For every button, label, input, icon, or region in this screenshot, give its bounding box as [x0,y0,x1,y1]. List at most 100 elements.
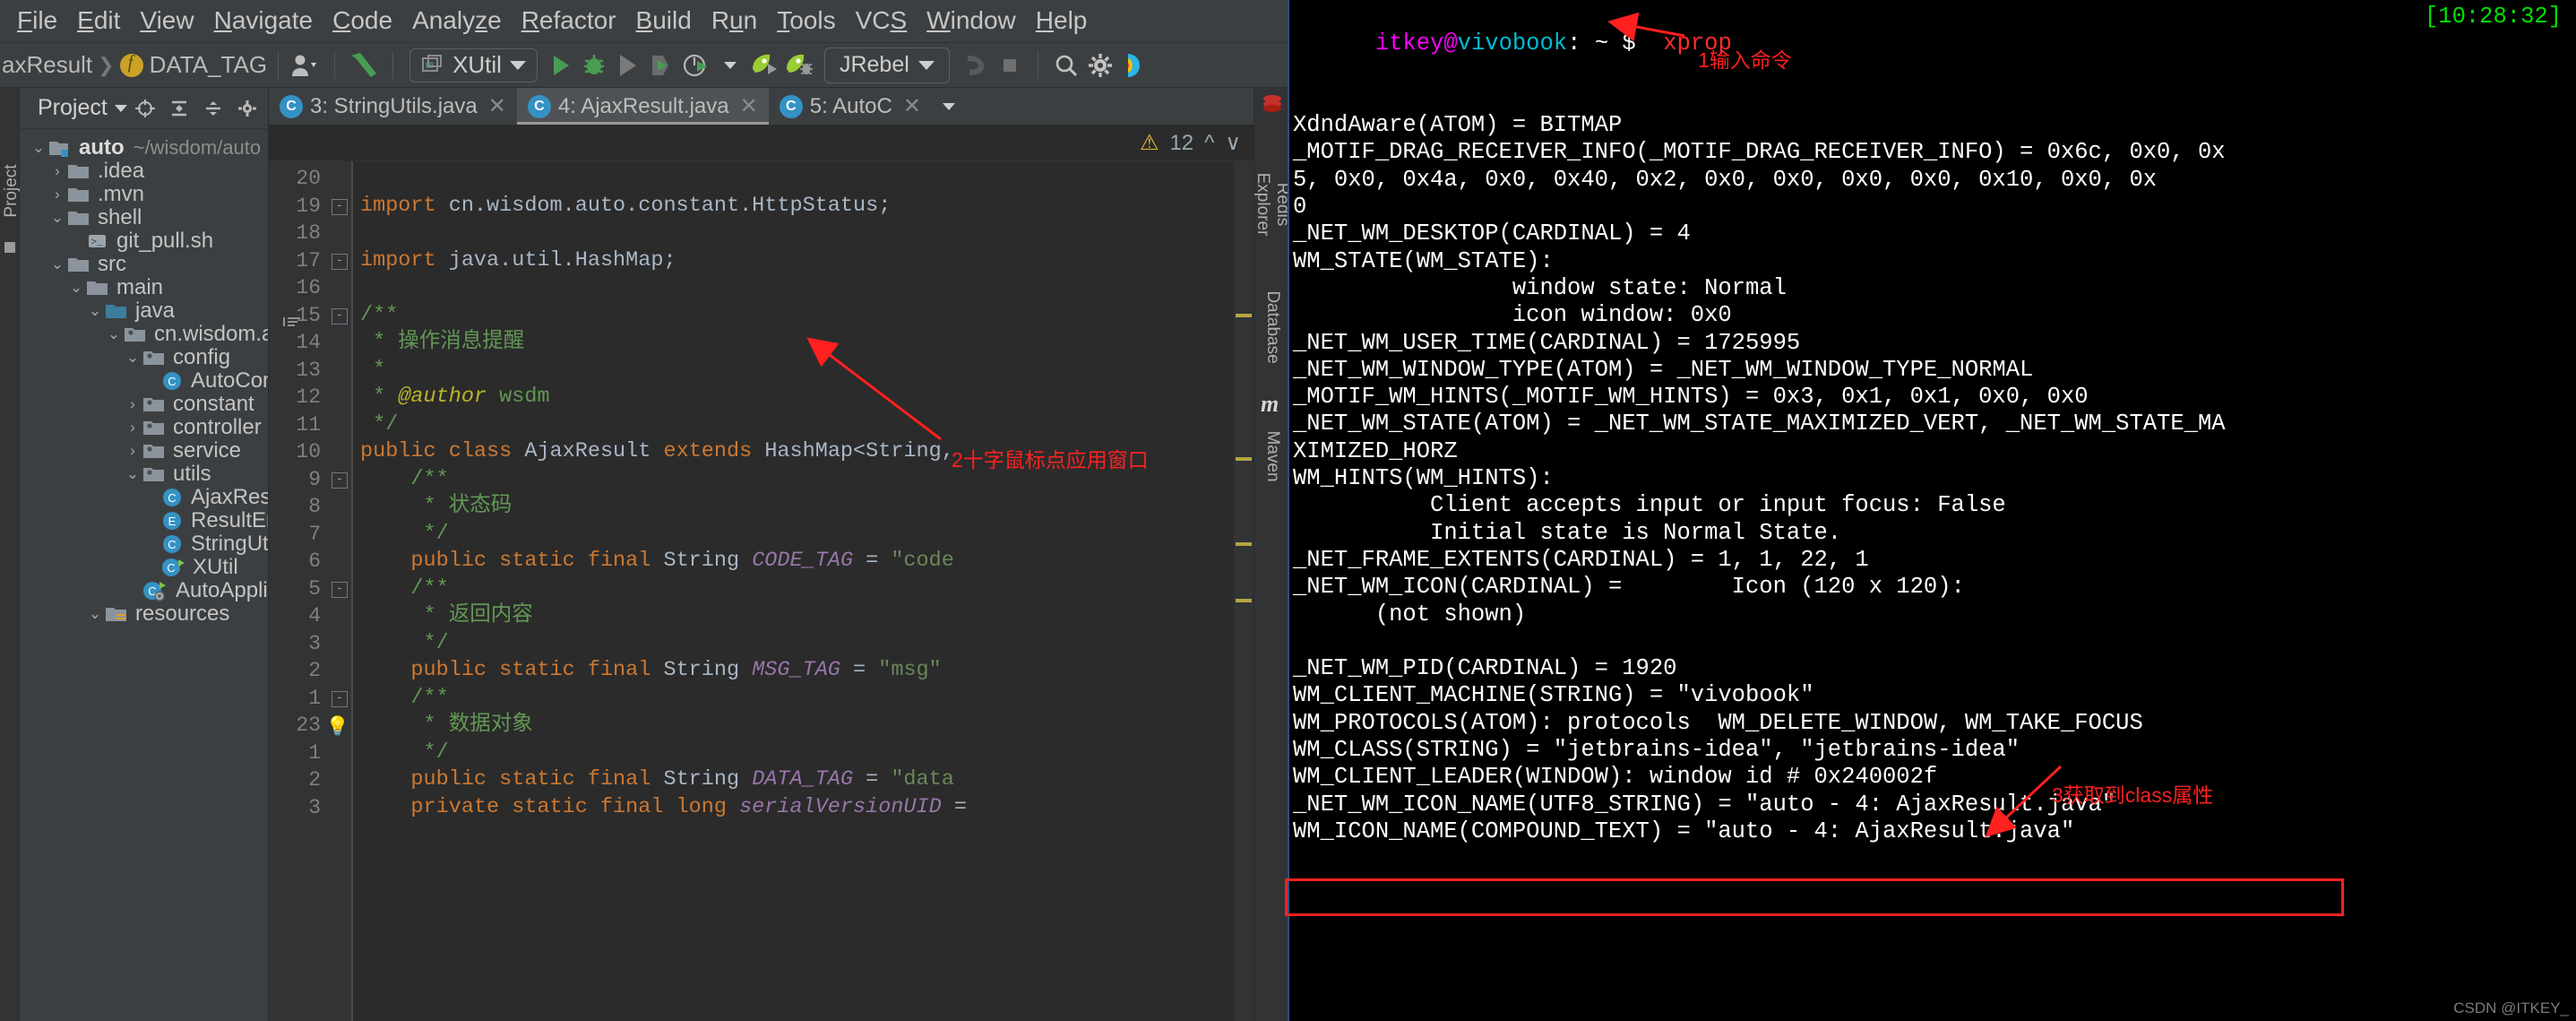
menu-edit[interactable]: Edit [67,6,130,37]
editor-tabs[interactable]: C3: StringUtils.java✕C4: AjaxResult.java… [269,88,1254,125]
chevron-down-icon[interactable]: ⌄ [47,255,67,273]
menu-help[interactable]: Help [1026,6,1098,37]
menu-build[interactable]: Build [626,6,702,37]
chevron-down-icon[interactable]: ⌄ [66,279,86,297]
tool-window-button-redis[interactable]: Redis Explorer [1253,160,1288,249]
menu-window[interactable]: Window [917,6,1026,37]
code-line[interactable] [351,274,1234,302]
tree-item-autoapplication[interactable]: CAutoApplication [20,579,268,602]
tree-item-constant[interactable]: ›constant [20,393,268,416]
code-line[interactable]: * [351,357,1234,385]
menu-analyze[interactable]: Analyze [402,6,512,37]
tree-item-auto[interactable]: ⌄auto~/wisdom/auto [20,136,268,160]
chevron-down-icon[interactable]: ⌄ [47,209,67,227]
menu-tools[interactable]: Tools [767,6,845,37]
gutter-line[interactable]: 5- [269,575,351,603]
gear-icon[interactable] [237,99,258,118]
gutter-line[interactable]: 13 [269,357,351,385]
gutter-line[interactable]: 7 [269,521,351,549]
tree-item-stringutils[interactable]: CStringUtils [20,532,268,556]
code-line[interactable] [351,165,1234,193]
gutter-line[interactable]: 3 [269,794,351,822]
run-with-coverage-button[interactable] [611,48,645,82]
error-stripe-marks[interactable] [1234,161,1254,1021]
tool-window-button-database[interactable]: Database [1262,282,1282,372]
chevron-right-icon[interactable]: › [47,186,67,203]
vcs-user-button[interactable] [289,48,323,82]
prev-problem-icon[interactable]: ^ [1204,131,1214,156]
menu-file[interactable]: File [7,6,67,37]
code-line[interactable]: * 返回内容 [351,602,1234,630]
tree-item-config[interactable]: ⌄config [20,346,268,369]
fold-toggle-icon[interactable]: - [332,308,348,324]
breadcrumb-member[interactable]: DATA_TAG [150,51,267,79]
gutter-line[interactable]: 10 [269,438,351,466]
gutter-line[interactable]: 16 [269,274,351,302]
gutter-line[interactable]: 23💡 [269,712,351,740]
locate-target-icon[interactable] [134,99,156,118]
close-icon[interactable]: ✕ [903,93,921,119]
tree-item-git-pull-sh[interactable]: >_git_pull.sh [20,229,268,253]
menu-navigate[interactable]: Navigate [204,6,323,37]
fold-toggle-icon[interactable]: - [332,582,348,598]
expand-all-icon[interactable] [168,99,190,118]
profiler-clock-button[interactable] [679,48,713,82]
gutter-line[interactable]: 1 [269,740,351,767]
gutter-line[interactable]: 2 [269,657,351,685]
gutter-line[interactable]: 12 [269,384,351,411]
code-text[interactable]: import cn.wisdom.auto.constant.HttpStatu… [351,161,1234,1021]
code-line[interactable]: * 数据对象 [351,712,1234,740]
collapse-all-icon[interactable] [202,99,224,118]
run-configuration-selector[interactable]: XUtil [409,48,538,82]
tree-item-utils[interactable]: ⌄utils [20,463,268,486]
chevron-down-icon[interactable] [115,105,127,112]
tree-item--idea[interactable]: ›.idea [20,160,268,183]
tree-item-ajaxresult[interactable]: CAjaxResult [20,486,268,509]
chevron-right-icon[interactable]: › [123,395,142,413]
fold-toggle-icon[interactable]: - [332,472,348,489]
tool-window-button-project[interactable]: Project [2,160,22,222]
gutter-line[interactable]: 20 [269,165,351,193]
gutter-line[interactable]: 15- [269,302,351,330]
gutter-line[interactable]: 4 [269,602,351,630]
gutter-line[interactable]: 18 [269,220,351,247]
tree-item-controller[interactable]: ›controller [20,416,268,439]
editor-tab-2[interactable]: C5: AutoC✕ [769,88,932,125]
terminal-window[interactable]: itkey@vivobook: ~ $ xprop [10:28:32] Xdn… [1288,0,2576,1021]
fold-toggle-icon[interactable]: - [332,254,348,270]
tree-item-java[interactable]: ⌄java [20,299,268,323]
code-line[interactable]: import cn.wisdom.auto.constant.HttpStatu… [351,193,1234,221]
code-line[interactable] [351,220,1234,247]
chevron-down-icon[interactable]: ⌄ [85,302,105,320]
editor-tab-1[interactable]: C4: AjaxResult.java✕ [517,88,769,125]
editor-tab-0[interactable]: C3: StringUtils.java✕ [269,88,517,125]
gutter-line[interactable]: 19- [269,193,351,221]
settings-gear-icon[interactable] [1083,48,1117,82]
tree-item-main[interactable]: ⌄main [20,276,268,299]
next-problem-icon[interactable]: ∨ [1225,130,1241,156]
tree-item-cn-wisdom-auto[interactable]: ⌄cn.wisdom.auto [20,323,268,346]
code-line[interactable]: /** [351,575,1234,603]
tree-item-src[interactable]: ⌄src [20,253,268,276]
code-line[interactable]: public static final String DATA_TAG = "d… [351,766,1234,794]
code-line[interactable]: * 状态码 [351,493,1234,521]
gutter-line[interactable]: 14 [269,329,351,357]
code-line[interactable]: * 操作消息提醒 [351,329,1234,357]
gutter-line[interactable]: 17- [269,247,351,275]
tree-item-service[interactable]: ›service [20,439,268,463]
code-editor[interactable]: 2019-1817-1615-14131211109-8765-4321-23💡… [269,161,1254,1021]
tool-window-button-maven[interactable]: Maven [1262,411,1282,501]
tree-item-xutil[interactable]: CXUtil [20,556,268,579]
fold-toggle-icon[interactable]: - [332,691,348,707]
chevron-down-icon[interactable]: ⌄ [123,349,142,367]
menu-refactor[interactable]: Refactor [512,6,626,37]
stop-button[interactable] [993,48,1027,82]
code-line[interactable]: */ [351,521,1234,549]
gutter-line[interactable]: 1- [269,685,351,713]
run-button[interactable] [543,48,577,82]
debug-button[interactable] [577,48,611,82]
breadcrumb-class[interactable]: axResult [2,51,92,79]
search-icon[interactable] [1049,48,1083,82]
chevron-right-icon[interactable]: › [47,162,67,180]
fold-toggle-icon[interactable]: - [332,199,348,215]
